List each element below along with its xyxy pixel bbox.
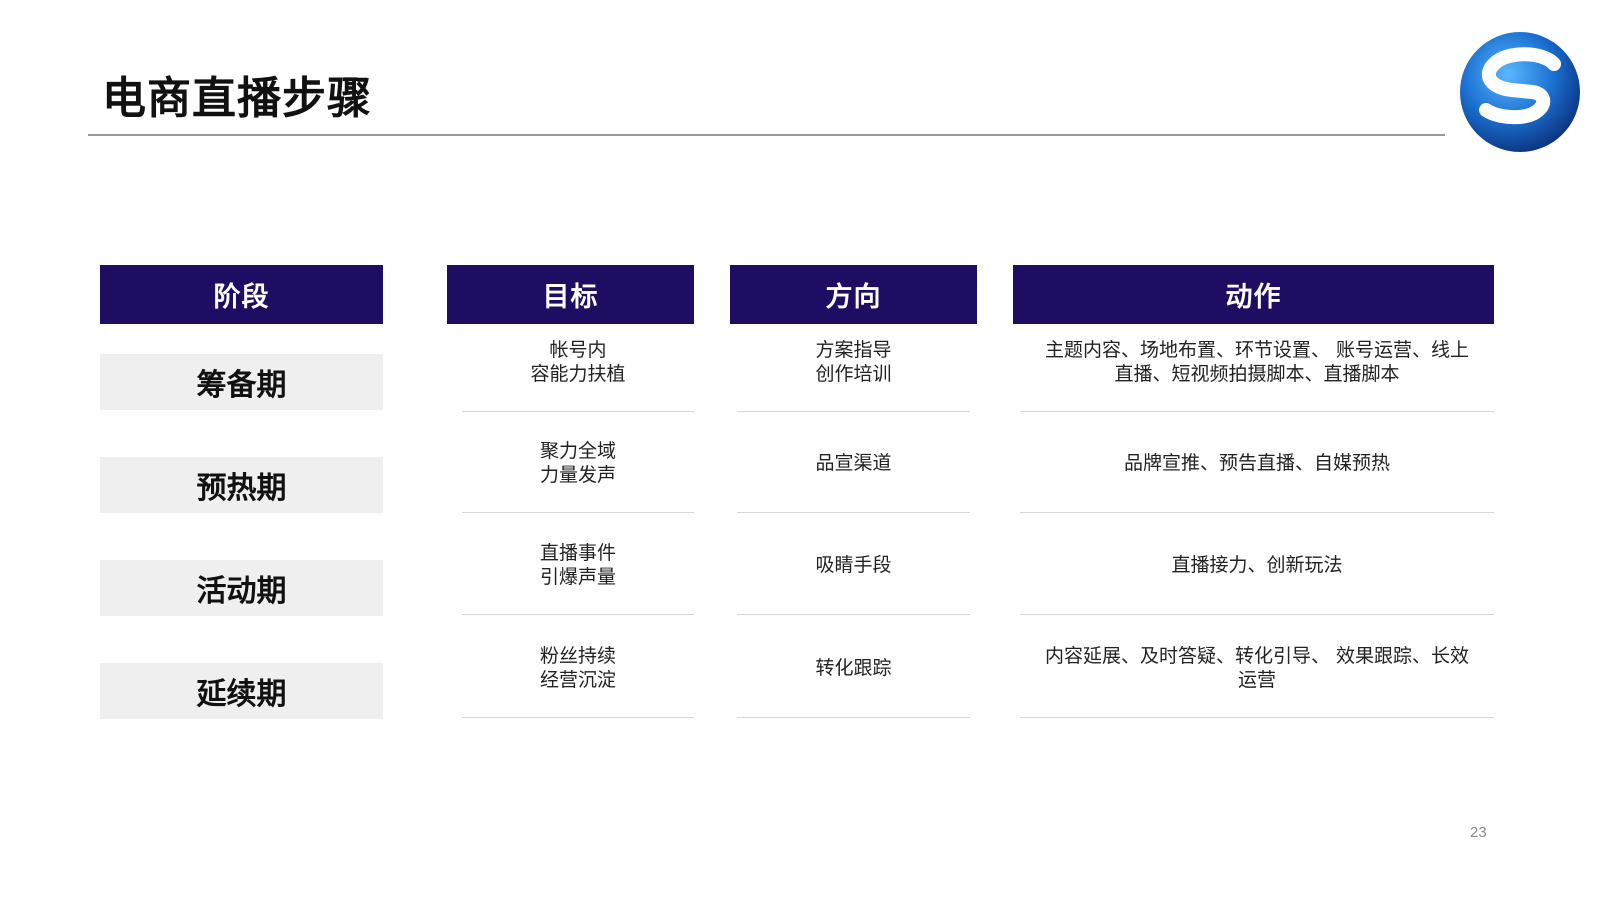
direction-text: 吸睛手段: [815, 553, 892, 576]
action-text: 内容延展、及时答疑、转化引导、 效果跟踪、长效 运营: [1044, 644, 1470, 691]
action-cell: 内容延展、及时答疑、转化引导、 效果跟踪、长效 运营: [1020, 618, 1494, 718]
direction-cell: 吸睛手段: [737, 515, 970, 615]
goal-cell: 粉丝持续 经营沉淀: [462, 618, 694, 718]
action-cell: 品牌宣推、预告直播、自媒预热: [1020, 413, 1494, 513]
goal-cell: 聚力全域 力量发声: [462, 413, 694, 513]
goal-cell: 帐号内 容能力扶植: [462, 312, 694, 412]
header-stage: 阶段: [100, 265, 383, 324]
action-text: 品牌宣推、预告直播、自媒预热: [1123, 451, 1390, 474]
direction-cell: 方案指导 创作培训: [737, 312, 970, 412]
goal-text: 帐号内 容能力扶植: [530, 338, 626, 385]
s-swirl-logo-icon: [1460, 32, 1580, 152]
goal-cell: 直播事件 引爆声量: [462, 515, 694, 615]
direction-text: 品宣渠道: [815, 451, 892, 474]
slide-title: 电商直播步骤: [102, 73, 372, 124]
action-cell: 直播接力、创新玩法: [1020, 515, 1494, 615]
page-number: 23: [1470, 824, 1487, 841]
goal-text: 聚力全域 力量发声: [539, 439, 616, 486]
title-divider: [88, 134, 1445, 136]
direction-text: 转化跟踪: [815, 656, 892, 679]
action-text: 直播接力、创新玩法: [1171, 553, 1343, 576]
stage-cell: 筹备期: [100, 354, 383, 410]
action-cell: 主题内容、场地布置、环节设置、 账号运营、线上 直播、短视频拍摄脚本、直播脚本: [1020, 312, 1494, 412]
goal-text: 直播事件 引爆声量: [539, 541, 616, 588]
stage-cell: 延续期: [100, 663, 383, 719]
stage-cell: 预热期: [100, 457, 383, 513]
action-text: 主题内容、场地布置、环节设置、 账号运营、线上 直播、短视频拍摄脚本、直播脚本: [1044, 338, 1470, 385]
direction-text: 方案指导 创作培训: [815, 338, 892, 385]
direction-cell: 转化跟踪: [737, 618, 970, 718]
direction-cell: 品宣渠道: [737, 413, 970, 513]
stage-cell: 活动期: [100, 560, 383, 616]
goal-text: 粉丝持续 经营沉淀: [539, 644, 616, 691]
